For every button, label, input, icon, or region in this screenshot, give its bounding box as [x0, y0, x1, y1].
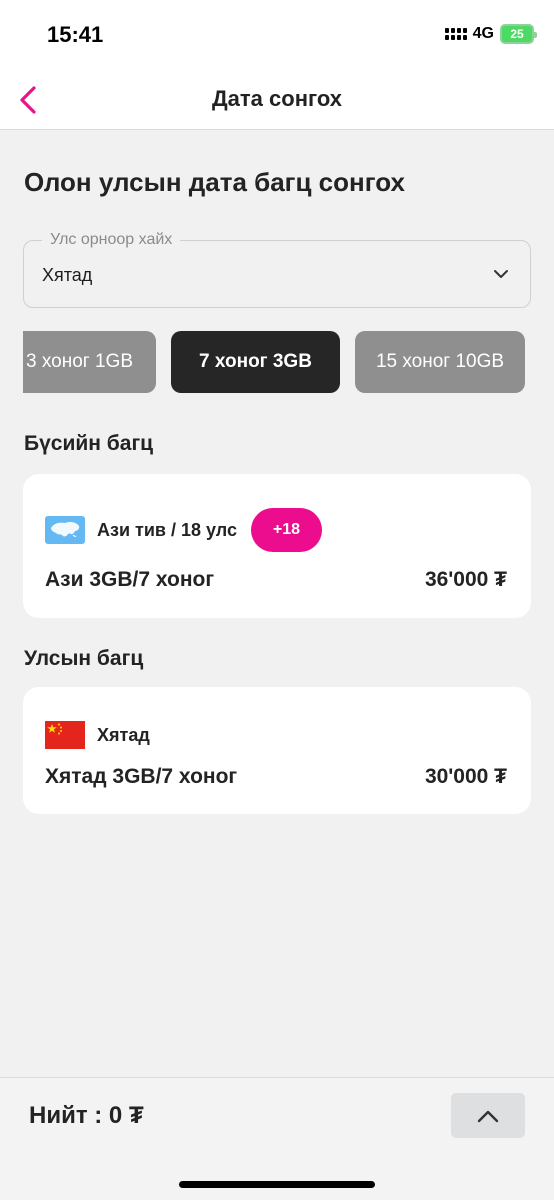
chip-15-days[interactable]: 15 хоног 10GB [355, 331, 525, 393]
china-flag-icon [45, 721, 85, 749]
battery-level: 25 [510, 27, 524, 41]
regional-package-card[interactable]: Ази тив / 18 улс +18 Ази 3GB/7 хоног 36'… [23, 474, 531, 618]
page-title: Дата сонгох [212, 86, 342, 111]
asia-map-icon [45, 516, 85, 544]
chevron-up-icon [477, 1110, 499, 1122]
chevron-down-icon [494, 270, 508, 278]
section-heading: Олон улсын дата багц сонгох [24, 167, 405, 197]
regional-section-title: Бүсийн багц [24, 432, 154, 455]
country-select[interactable]: Улс орноор хайх Хятад [23, 231, 531, 308]
chip-7-days[interactable]: 7 хоног 3GB [171, 331, 340, 393]
country-package-card[interactable]: Хятад Хятад 3GB/7 хоног 30'000 ₮ [23, 687, 531, 814]
battery-icon: 25 [500, 24, 537, 44]
network-type: 4G [472, 25, 494, 42]
package-name: Хятад 3GB/7 хоног [45, 765, 238, 788]
country-count-badge[interactable]: +18 [250, 508, 322, 552]
package-price: 30'000 ₮ [424, 765, 507, 788]
package-name: Ази 3GB/7 хоног [45, 568, 215, 591]
package-price: 36'000 ₮ [424, 568, 507, 591]
signal-icon [444, 28, 467, 40]
country-section-title: Улсын багц [24, 647, 144, 670]
duration-chip-list[interactable]: 3 хоног 1GB 7 хоног 3GB 15 хоног 10GB [23, 331, 531, 395]
package-region: Ази тив / 18 улс [97, 519, 237, 540]
country-select-value: Хятад [42, 265, 93, 285]
status-bar: 15:41 4G 25 [0, 0, 554, 70]
package-country: Хятад [97, 724, 150, 745]
expand-summary-button[interactable] [451, 1093, 525, 1138]
chip-3-days[interactable]: 3 хоног 1GB [23, 331, 156, 393]
status-time: 15:41 [47, 22, 104, 47]
total-amount: Нийт : 0 ₮ [29, 1102, 144, 1129]
country-select-label: Улс орноор хайх [42, 231, 181, 249]
status-indicators: 4G 25 [444, 24, 537, 44]
navigation-bar: Дата сонгох [0, 70, 554, 130]
home-indicator [179, 1181, 375, 1188]
